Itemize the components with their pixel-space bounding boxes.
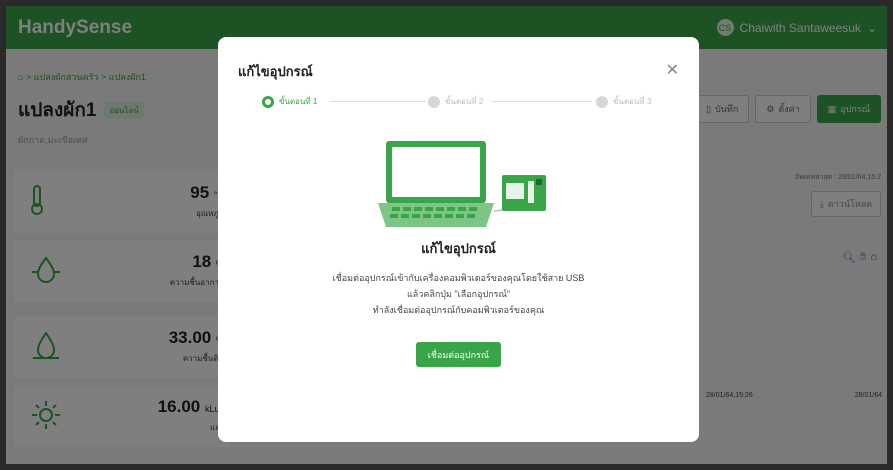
modal-heading: แก้ไขอุปกรณ์ — [421, 241, 496, 256]
step-label: ขั้นตอนที่ 3 — [613, 97, 652, 106]
step-dot — [596, 95, 608, 108]
app-frame: HandySense CS Chaiwith Santaweesuk ⌄ ⌂ >… — [6, 6, 887, 464]
step-label: ขั้นตอนที่ 2 — [445, 97, 484, 106]
laptop-device-illustration — [378, 137, 548, 237]
modal-title: แก้ไขอุปกรณ์ — [238, 64, 313, 79]
step-2: ขั้นตอนที่ 2 — [428, 95, 483, 108]
step-3: ขั้นตอนที่ 3 — [596, 95, 651, 108]
step-dot — [428, 95, 440, 108]
edit-device-modal: แก้ไขอุปกรณ์ ✕ ขั้นตอนที่ 1 ขั้นตอนที่ 2… — [218, 37, 699, 442]
modal-description: เชื่อมต่ออุปกรณ์เข้ากับเครื่องคอมพิวเตอร… — [218, 270, 699, 318]
desc-line: ทำลังเชื่อมต่ออุปกรณ์กับคอมพิวเตอร์ของคุ… — [372, 305, 545, 315]
step-dot — [262, 95, 274, 108]
desc-line: แล้วคลิกปุ่ม "เลือกอุปกรณ์" — [406, 289, 511, 299]
step-connector — [492, 101, 592, 102]
step-connector — [330, 101, 426, 102]
step-1: ขั้นตอนที่ 1 — [262, 95, 317, 108]
connect-device-button[interactable]: เชื่อมต่ออุปกรณ์ — [416, 342, 501, 367]
stepper: ขั้นตอนที่ 1 ขั้นตอนที่ 2 ขั้นตอนที่ 3 — [262, 95, 662, 109]
close-icon[interactable]: ✕ — [666, 60, 679, 80]
step-label: ขั้นตอนที่ 1 — [279, 97, 318, 106]
desc-line: เชื่อมต่ออุปกรณ์เข้ากับเครื่องคอมพิวเตอร… — [332, 273, 585, 283]
